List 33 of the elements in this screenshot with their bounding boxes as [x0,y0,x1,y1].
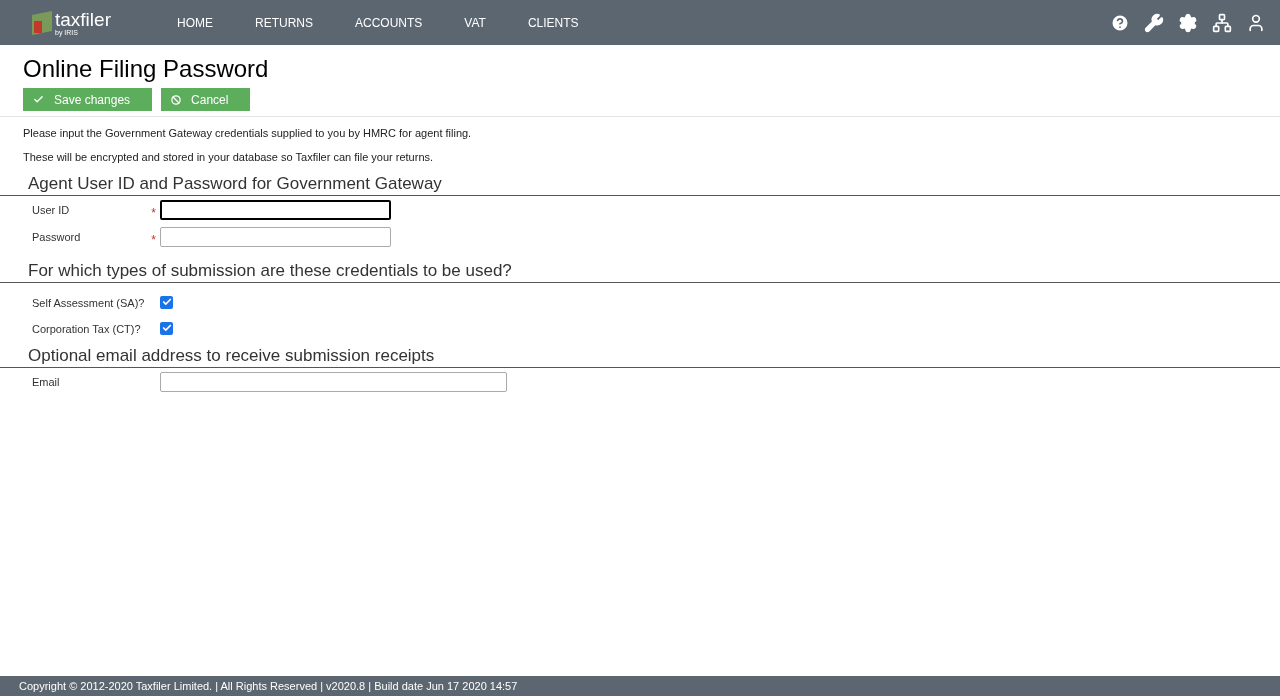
help-icon[interactable] [1110,12,1130,33]
input-field[interactable] [160,200,391,220]
input-field[interactable] [160,227,391,247]
intro-text: These will be encrypted and stored in your database so Taxfiler can file your returns. [23,150,435,165]
section-heading: Agent User ID and Password for Government Gateway [0,173,1280,196]
section-heading: For which types of submission are these credentials to be used? [0,260,1280,283]
check-icon [33,94,44,105]
intro-text: Please input the Government Gateway credentials supplied to you by HMRC for agent filing. [23,126,473,141]
field-label: User ID [32,203,70,218]
logo-icon [32,10,52,35]
field-label: Self Assessment (SA)? [32,297,145,309]
nav-link[interactable]: RETURNS [255,13,313,32]
brand-name: taxfiler [55,9,111,29]
checkbox[interactable] [160,321,173,335]
required-mark: * [151,205,156,222]
page-title: Online Filing Password [23,54,270,84]
settings-icon[interactable] [1178,12,1198,33]
wrench-icon[interactable] [1144,12,1164,33]
section-heading: Optional email address to receive submission receipts [0,345,1280,368]
footer-text: Copyright © 2012-2020 Taxfiler Limited. | All Rights Reserved | v2020.8 | Build date Jun 17 2020 14:57 [19,678,518,694]
nav-link[interactable]: VAT [464,13,486,32]
user-icon[interactable] [1246,12,1266,33]
nav-link[interactable]: ACCOUNTS [355,13,423,32]
input-field[interactable] [160,372,507,392]
cancel-icon [171,94,182,105]
field-label: Password [32,230,81,245]
field-label: Corporation Tax (CT)? [32,323,141,335]
hierarchy-icon[interactable] [1212,12,1232,33]
nav-link[interactable]: HOME [177,13,213,32]
checkbox[interactable] [160,295,173,309]
required-mark: * [151,232,156,249]
nav-link[interactable]: CLIENTS [527,13,579,32]
field-label: Email [32,375,60,390]
